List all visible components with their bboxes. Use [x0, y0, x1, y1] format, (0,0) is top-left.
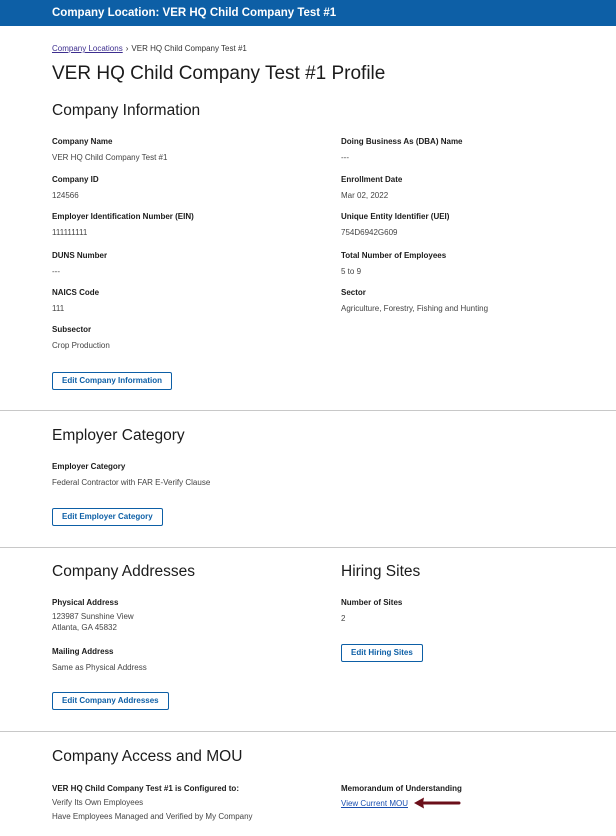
section-divider — [0, 731, 616, 732]
physical-address-field: Physical Address 123987 Sunshine View At… — [52, 598, 134, 633]
uei-field: Unique Entity Identifier (UEI) 754D6942G… — [341, 212, 449, 239]
view-current-mou-link[interactable]: View Current MOU — [341, 799, 408, 808]
dba-name-label: Doing Business As (DBA) Name — [341, 137, 463, 146]
total-employees-label: Total Number of Employees — [341, 251, 447, 260]
duns-label: DUNS Number — [52, 251, 108, 260]
uei-value: 754D6942G609 — [341, 228, 398, 237]
physical-address-value: 123987 Sunshine View Atlanta, GA 45832 — [52, 611, 134, 633]
employer-category-value: Federal Contractor with FAR E-Verify Cla… — [52, 478, 211, 487]
configured-to-label: VER HQ Child Company Test #1 is Configur… — [52, 784, 239, 793]
hiring-sites-heading: Hiring Sites — [341, 563, 421, 580]
naics-field: NAICS Code 111 — [52, 288, 99, 315]
sector-value: Agriculture, Forestry, Fishing and Hunti… — [341, 304, 489, 313]
dba-name-field: Doing Business As (DBA) Name --- — [341, 137, 463, 164]
arrow-left-icon — [414, 797, 461, 809]
subsector-value: Crop Production — [52, 341, 110, 350]
edit-hiring-sites-button[interactable]: Edit Hiring Sites — [341, 644, 423, 662]
naics-value: 111 — [52, 304, 65, 313]
ein-field: Employer Identification Number (EIN) 111… — [52, 212, 194, 239]
employer-category-field: Employer Category Federal Contractor wit… — [52, 462, 210, 489]
ein-label: Employer Identification Number (EIN) — [52, 212, 194, 221]
number-of-sites-value: 2 — [341, 614, 346, 623]
physical-address-label: Physical Address — [52, 598, 119, 607]
company-addresses-heading: Company Addresses — [52, 563, 196, 580]
employer-category-label: Employer Category — [52, 462, 126, 471]
configured-to-values: Verify Its Own Employees Have Employees … — [52, 796, 253, 824]
breadcrumb-company-locations-link[interactable]: Company Locations — [52, 44, 123, 53]
mailing-address-field: Mailing Address Same as Physical Address — [52, 647, 147, 674]
company-id-label: Company ID — [52, 175, 99, 184]
physical-address-line1: 123987 Sunshine View — [52, 612, 134, 621]
total-employees-field: Total Number of Employees 5 to 9 — [341, 251, 446, 278]
duns-value: --- — [52, 267, 60, 276]
company-name-value: VER HQ Child Company Test #1 — [52, 153, 168, 162]
configured-verify-own: Verify Its Own Employees — [52, 798, 144, 807]
enrollment-date-value: Mar 02, 2022 — [341, 191, 389, 200]
total-employees-value: 5 to 9 — [341, 267, 362, 276]
duns-field: DUNS Number --- — [52, 251, 107, 278]
mailing-address-label: Mailing Address — [52, 647, 114, 656]
subsector-label: Subsector — [52, 325, 92, 334]
mou-label: Memorandum of Understanding — [341, 784, 462, 793]
top-bar-title: Company Location: VER HQ Child Company T… — [52, 7, 337, 19]
edit-company-addresses-button[interactable]: Edit Company Addresses — [52, 692, 169, 710]
uei-label: Unique Entity Identifier (UEI) — [341, 212, 450, 221]
company-information-heading: Company Information — [52, 102, 201, 119]
employer-category-heading: Employer Category — [52, 427, 185, 444]
enrollment-date-field: Enrollment Date Mar 02, 2022 — [341, 175, 402, 202]
company-access-mou-heading: Company Access and MOU — [52, 748, 243, 765]
top-bar: Company Location: VER HQ Child Company T… — [0, 0, 616, 26]
company-id-value: 124566 — [52, 191, 79, 200]
breadcrumb-separator: › — [125, 44, 129, 53]
subsector-field: Subsector Crop Production — [52, 325, 110, 352]
section-divider — [0, 410, 616, 411]
breadcrumb: Company Locations › VER HQ Child Company T… — [52, 44, 247, 53]
company-id-field: Company ID 124566 — [52, 175, 99, 202]
section-divider — [0, 547, 616, 548]
edit-company-information-button[interactable]: Edit Company Information — [52, 372, 172, 390]
page-title: VER HQ Child Company Test #1 Profile — [52, 63, 386, 84]
breadcrumb-current: VER HQ Child Company Test #1 — [131, 44, 247, 53]
number-of-sites-field: Number of Sites 2 — [341, 598, 402, 625]
company-name-field: Company Name VER HQ Child Company Test #… — [52, 137, 167, 164]
sector-label: Sector — [341, 288, 366, 297]
ein-value: 111111111 — [52, 228, 88, 237]
number-of-sites-label: Number of Sites — [341, 598, 403, 607]
dba-name-value: --- — [341, 153, 349, 162]
edit-employer-category-button[interactable]: Edit Employer Category — [52, 508, 163, 526]
enrollment-date-label: Enrollment Date — [341, 175, 403, 184]
configured-to-field: VER HQ Child Company Test #1 is Configur… — [52, 784, 253, 824]
naics-label: NAICS Code — [52, 288, 100, 297]
mailing-address-value: Same as Physical Address — [52, 663, 147, 672]
physical-address-line2: Atlanta, GA 45832 — [52, 623, 117, 632]
sector-field: Sector Agriculture, Forestry, Fishing an… — [341, 288, 488, 315]
company-name-label: Company Name — [52, 137, 113, 146]
configured-managed-by-company: Have Employees Managed and Verified by M… — [52, 812, 253, 821]
